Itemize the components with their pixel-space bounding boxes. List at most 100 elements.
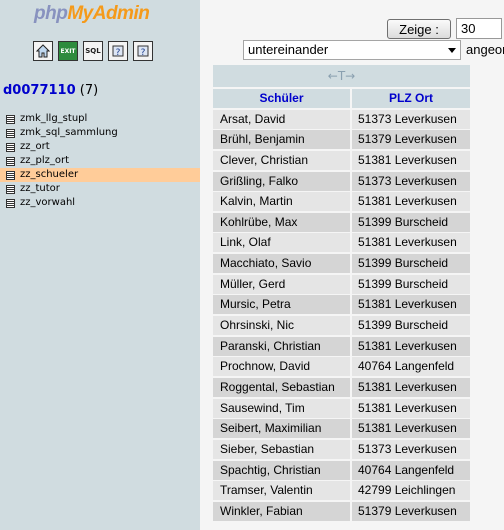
nav-icon-bar: EXIT SQL ? ? <box>33 41 153 61</box>
cell-plz-ort: 51379 Leverkusen <box>352 130 470 150</box>
chevron-down-icon <box>448 48 456 53</box>
sql-query-icon-text: EXIT <box>60 47 76 55</box>
table-icon[interactable] <box>6 156 15 166</box>
navigation-frame: phpMyAdmin EXIT SQL ? ? d0077110 (7) zmk… <box>0 0 200 530</box>
cell-plz-ort: 51399 Burscheid <box>352 316 470 336</box>
sql-window-icon[interactable]: SQL <box>83 41 103 61</box>
table-icon[interactable] <box>6 170 15 180</box>
cell-schueler: Sausewind, Tim <box>213 398 350 418</box>
table-list-item[interactable]: zz_tutor <box>0 182 200 196</box>
docs-icon[interactable]: ? <box>108 41 128 61</box>
table-row: Prochnow, David 40764 Langenfeld <box>213 357 470 377</box>
cell-plz-ort: 51399 Burscheid <box>352 274 470 294</box>
cell-schueler: Kohlrübe, Max <box>213 212 350 232</box>
cell-schueler: Tramser, Valentin <box>213 481 350 501</box>
table-row: Winkler, Fabian 51379 Leverkusen <box>213 501 470 521</box>
cell-plz-ort: 51381 Leverkusen <box>352 419 470 439</box>
cell-plz-ort: 40764 Langenfeld <box>352 357 470 377</box>
cell-schueler: Spachtig, Christian <box>213 460 350 480</box>
cell-plz-ort: 51379 Leverkusen <box>352 501 470 521</box>
sql-window-icon-text: SQL <box>85 47 101 55</box>
table-row: Kohlrübe, Max 51399 Burscheid <box>213 212 470 232</box>
table-row: Seibert, Maximilian 51381 Leverkusen <box>213 419 470 439</box>
column-header-schueler[interactable]: Schüler <box>213 89 350 108</box>
cell-schueler: Arsat, David <box>213 109 350 129</box>
cell-schueler: Mursic, Petra <box>213 295 350 315</box>
table-icon[interactable] <box>6 184 15 194</box>
cell-plz-ort: 51381 Leverkusen <box>352 377 470 397</box>
cell-schueler: Grißling, Falko <box>213 171 350 191</box>
sql-query-icon[interactable]: EXIT <box>58 41 78 61</box>
cell-plz-ort: 51381 Leverkusen <box>352 192 470 212</box>
table-row: Paranski, Christian 51381 Leverkusen <box>213 336 470 356</box>
cell-plz-ort: 51373 Leverkusen <box>352 109 470 129</box>
docs-sql-icon[interactable]: ? <box>133 41 153 61</box>
svg-text:?: ? <box>116 48 121 58</box>
table-row: Tramser, Valentin 42799 Leichlingen <box>213 481 470 501</box>
database-table-count: (7) <box>79 83 99 98</box>
cell-schueler: Kalvin, Martin <box>213 192 350 212</box>
cell-schueler: Prochnow, David <box>213 357 350 377</box>
table-icon[interactable] <box>6 128 15 138</box>
show-button[interactable]: Zeige : <box>387 19 451 39</box>
table-name[interactable]: zz_tutor <box>20 182 60 196</box>
column-sort-arrows-icon[interactable]: ←T→ <box>213 65 470 87</box>
cell-plz-ort: 42799 Leichlingen <box>352 481 470 501</box>
row-count-input[interactable]: 30 <box>456 18 502 39</box>
home-icon[interactable] <box>33 41 53 61</box>
table-row: Arsat, David 51373 Leverkusen <box>213 109 470 129</box>
display-mode-label: angeor <box>466 42 504 57</box>
table-row: Sieber, Sebastian 51373 Leverkusen <box>213 439 470 459</box>
table-list-item[interactable]: zz_ort <box>0 140 200 154</box>
cell-plz-ort: 51381 Leverkusen <box>352 295 470 315</box>
table-name[interactable]: zz_ort <box>20 140 50 154</box>
table-list-item[interactable]: zz_vorwahl <box>0 196 200 210</box>
table-icon[interactable] <box>6 114 15 124</box>
database-name-link[interactable]: d0077110 <box>3 83 76 98</box>
cell-schueler: Müller, Gerd <box>213 274 350 294</box>
table-row: Roggental, Sebastian 51381 Leverkusen <box>213 377 470 397</box>
cell-plz-ort: 51381 Leverkusen <box>352 398 470 418</box>
cell-plz-ort: 51373 Leverkusen <box>352 171 470 191</box>
table-list-item[interactable]: zz_schueler <box>0 168 200 182</box>
table-name[interactable]: zz_schueler <box>20 168 78 182</box>
cell-plz-ort: 51399 Burscheid <box>352 254 470 274</box>
table-row: Clever, Christian 51381 Leverkusen <box>213 150 470 170</box>
table-name[interactable]: zmk_llg_stupl <box>20 112 87 126</box>
results-table: ←T→ Schüler PLZ Ort Arsat, David 51373 Le… <box>213 65 470 522</box>
table-name[interactable]: zz_vorwahl <box>20 196 75 210</box>
table-list-item[interactable]: zmk_llg_stupl <box>0 112 200 126</box>
cell-plz-ort: 51373 Leverkusen <box>352 439 470 459</box>
table-icon[interactable] <box>6 142 15 152</box>
cell-schueler: Clever, Christian <box>213 150 350 170</box>
cell-schueler: Paranski, Christian <box>213 336 350 356</box>
logo-admin: Admin <box>92 3 150 24</box>
svg-text:?: ? <box>141 48 146 58</box>
table-row: Ohrsinski, Nic 51399 Burscheid <box>213 316 470 336</box>
table-list-item[interactable]: zmk_sql_sammlung <box>0 126 200 140</box>
table-name[interactable]: zz_plz_ort <box>20 154 69 168</box>
cell-schueler: Roggental, Sebastian <box>213 377 350 397</box>
table-body: Arsat, David 51373 Leverkusen Brühl, Benja… <box>213 109 470 521</box>
logo-my: My <box>67 3 93 24</box>
table-row: Müller, Gerd 51399 Burscheid <box>213 274 470 294</box>
table-list-item[interactable]: zz_plz_ort <box>0 154 200 168</box>
display-mode-select[interactable]: untereinander <box>243 40 461 60</box>
cell-schueler: Sieber, Sebastian <box>213 439 350 459</box>
cell-plz-ort: 51381 Leverkusen <box>352 150 470 170</box>
cell-schueler: Brühl, Benjamin <box>213 130 350 150</box>
column-header-plz-ort[interactable]: PLZ Ort <box>352 89 470 108</box>
table-row: Kalvin, Martin 51381 Leverkusen <box>213 192 470 212</box>
table-row: Macchiato, Savio 51399 Burscheid <box>213 254 470 274</box>
logo-php: php <box>34 3 68 24</box>
table-icon[interactable] <box>6 198 15 208</box>
cell-schueler: Link, Olaf <box>213 233 350 253</box>
phpmyadmin-logo[interactable]: phpMyAdmin <box>34 3 150 27</box>
table-row: Brühl, Benjamin 51379 Leverkusen <box>213 130 470 150</box>
cell-schueler: Seibert, Maximilian <box>213 419 350 439</box>
cell-plz-ort: 40764 Langenfeld <box>352 460 470 480</box>
cell-schueler: Macchiato, Savio <box>213 254 350 274</box>
table-name[interactable]: zmk_sql_sammlung <box>20 126 118 140</box>
table-row: Spachtig, Christian 40764 Langenfeld <box>213 460 470 480</box>
table-row: Mursic, Petra 51381 Leverkusen <box>213 295 470 315</box>
